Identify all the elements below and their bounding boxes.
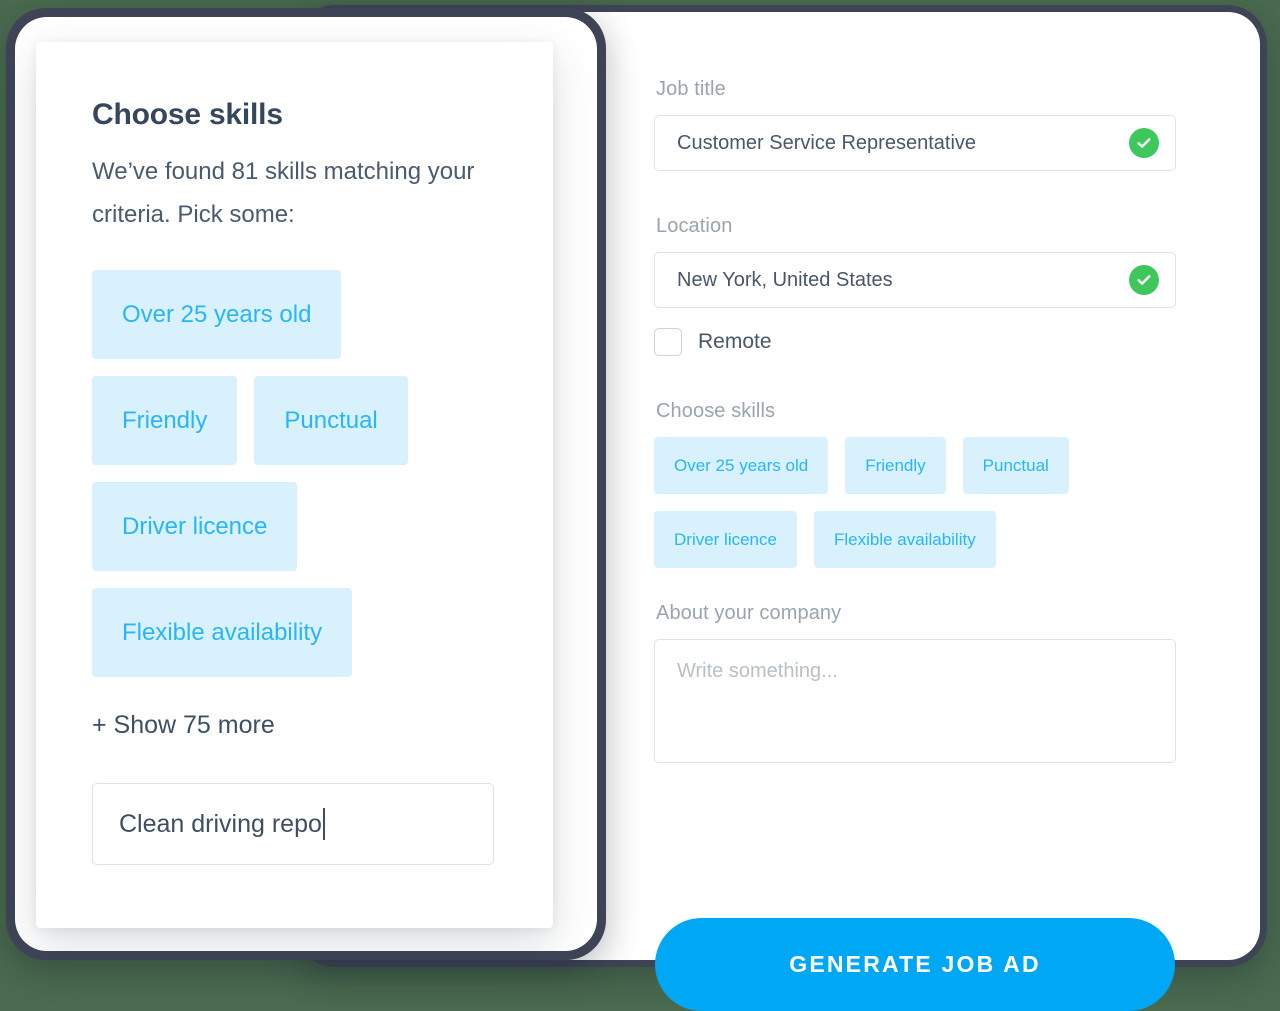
skill-chip[interactable]: Punctual (962, 437, 1069, 494)
job-title-label: Job title (656, 78, 726, 100)
job-title-input[interactable]: Customer Service Representative (654, 115, 1176, 171)
modal-subtitle: We’ve found 81 skills matching your crit… (92, 158, 475, 228)
about-company-textarea[interactable]: Write something... (654, 639, 1176, 763)
modal-skill-chip[interactable]: Over 25 years old (92, 270, 342, 359)
skill-search-value: Clean driving repo (119, 809, 322, 838)
location-label: Location (656, 215, 733, 237)
modal-skill-chip[interactable]: Flexible availability (92, 588, 353, 677)
skill-chip[interactable]: Friendly (845, 437, 946, 494)
remote-label: Remote (698, 330, 772, 353)
remote-checkbox-row[interactable]: Remote (654, 328, 1176, 356)
location-value: New York, United States (677, 268, 893, 291)
modal-skill-chip[interactable]: Friendly (92, 376, 238, 465)
generate-job-ad-button[interactable]: GENERATE JOB AD (655, 918, 1175, 1011)
choose-skills-modal: Choose skills We’ve found 81 skills matc… (36, 42, 553, 928)
text-caret (322, 808, 325, 840)
job-ad-form: Job title Customer Service Representativ… (654, 78, 1176, 763)
check-circle-icon (1129, 265, 1159, 295)
location-input[interactable]: New York, United States (654, 252, 1176, 308)
modal-skill-chip[interactable]: Driver licence (92, 482, 298, 571)
check-circle-icon (1129, 128, 1159, 158)
skill-chip[interactable]: Over 25 years old (654, 437, 829, 494)
app-root: Job title Customer Service Representativ… (0, 0, 1280, 1011)
skill-chip[interactable]: Flexible availability (813, 511, 996, 568)
modal-title: Choose skills (92, 98, 283, 131)
modal-skills-list: Over 25 years old Friendly Punctual Driv… (92, 270, 496, 677)
modal-skill-chip[interactable]: Punctual (254, 376, 408, 465)
skill-chip[interactable]: Driver licence (654, 511, 797, 568)
show-more-link[interactable]: + Show 75 more (92, 711, 496, 740)
remote-checkbox[interactable] (654, 328, 682, 356)
job-title-value: Customer Service Representative (677, 131, 977, 154)
selected-skills-list: Over 25 years old Friendly Punctual Driv… (654, 437, 1176, 568)
about-company-label: About your company (656, 602, 842, 624)
modal-body: Choose skills We’ve found 81 skills matc… (92, 98, 496, 865)
choose-skills-label: Choose skills (656, 400, 776, 422)
skill-search-input[interactable]: Clean driving repo (92, 783, 494, 865)
